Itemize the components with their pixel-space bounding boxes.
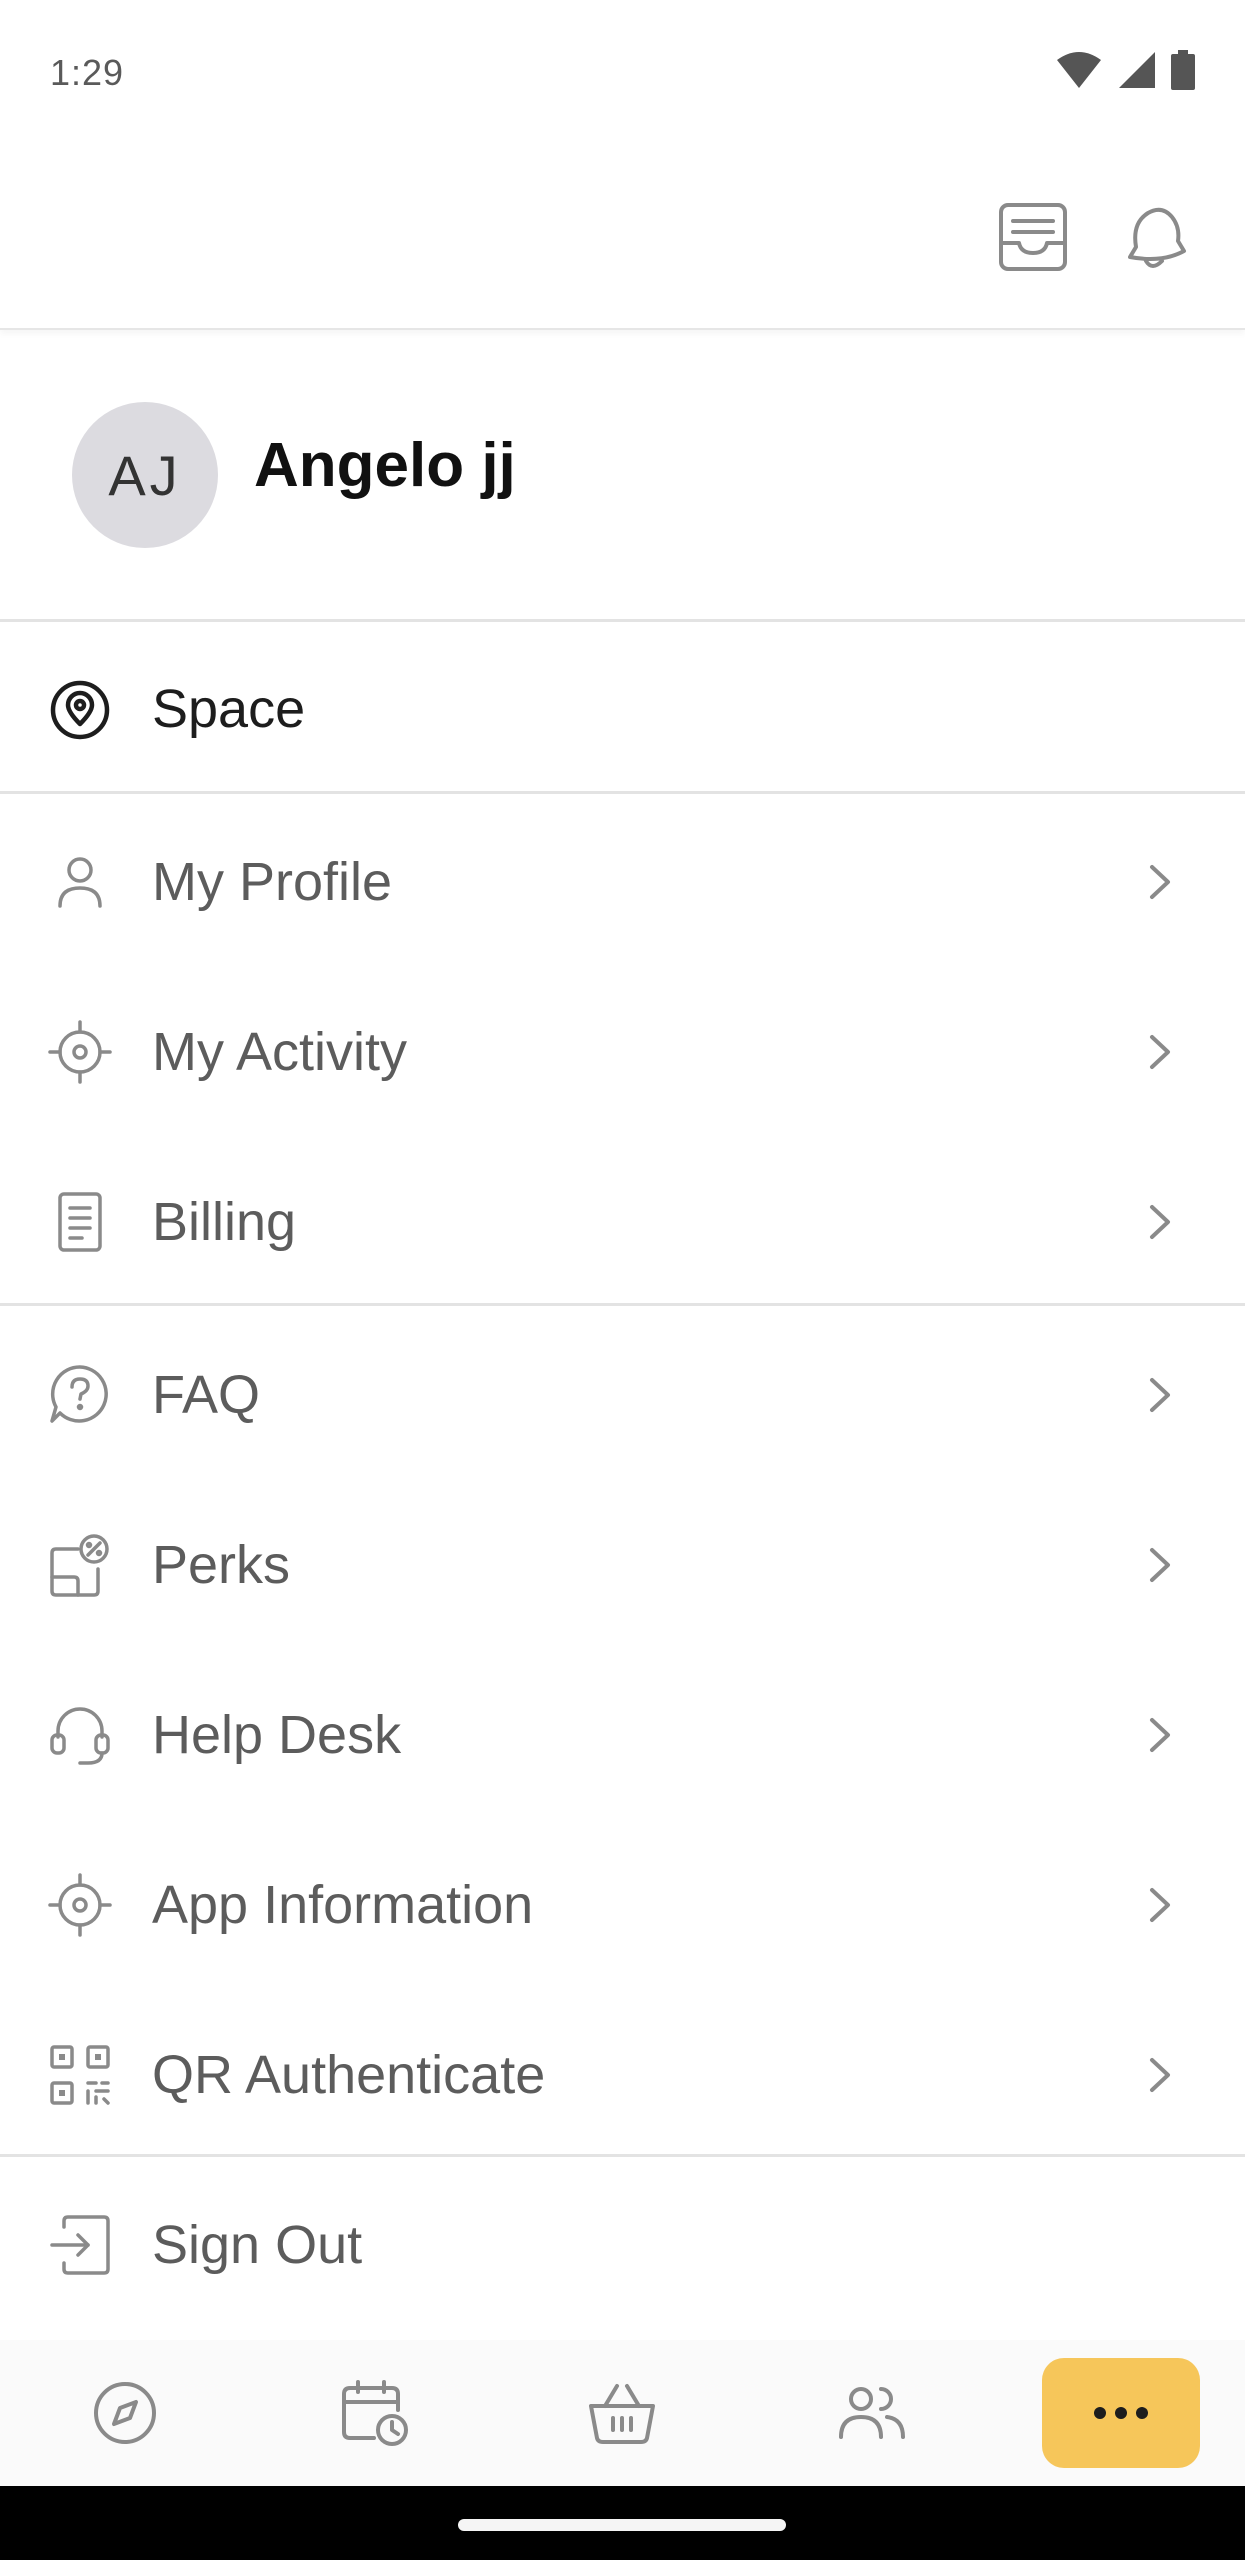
user-name: Angelo jj: [254, 431, 516, 500]
chevron-right-icon: [1140, 1197, 1180, 1247]
top-app-bar: [0, 150, 1245, 330]
sign-out-button[interactable]: Sign Out: [0, 2160, 1245, 2330]
menu-item-label: My Profile: [152, 852, 393, 912]
status-time: 1:29: [50, 52, 125, 93]
status-icons: [1055, 50, 1195, 90]
system-navigation-bar: [0, 2486, 1245, 2560]
space-label: Space: [152, 679, 306, 739]
chevron-right-icon: [1140, 1540, 1180, 1590]
avatar-initials: AJ: [108, 443, 182, 507]
nav-more[interactable]: [1042, 2358, 1200, 2468]
chevron-right-icon: [1140, 1370, 1180, 1420]
chevron-right-icon: [1140, 1027, 1180, 1077]
user-icon: [48, 850, 112, 914]
menu-item-label: Perks: [152, 1535, 291, 1595]
menu-item-label: FAQ: [152, 1365, 261, 1425]
divider: [0, 2154, 1245, 2157]
chevron-right-icon: [1140, 1710, 1180, 1760]
target-icon: [48, 1020, 112, 1084]
headset-icon: [48, 1703, 112, 1767]
wifi-icon: [1055, 50, 1103, 90]
qr-code-icon: [48, 2043, 112, 2107]
avatar: AJ: [72, 402, 218, 548]
menu-item-help-desk[interactable]: Help Desk: [0, 1650, 1245, 1820]
chevron-right-icon: [1140, 2050, 1180, 2100]
bell-icon: [1122, 201, 1188, 273]
nav-explore[interactable]: [80, 2368, 170, 2458]
notifications-button[interactable]: [1110, 192, 1200, 282]
status-bar: 1:29: [0, 0, 1245, 150]
menu-item-faq[interactable]: FAQ: [0, 1310, 1245, 1480]
menu-item-billing[interactable]: Billing: [0, 1137, 1245, 1307]
menu-item-label: Billing: [152, 1192, 297, 1252]
battery-icon: [1171, 50, 1195, 90]
menu-item-my-activity[interactable]: My Activity: [0, 967, 1245, 1137]
menu-item-app-information[interactable]: App Information: [0, 1820, 1245, 1990]
space-selector[interactable]: Space: [0, 622, 1245, 794]
menu-item-my-profile[interactable]: My Profile: [0, 797, 1245, 967]
more-icon: [1093, 2406, 1149, 2420]
compass-icon: [92, 2380, 158, 2446]
question-chat-icon: [48, 1363, 112, 1427]
bottom-navigation: [0, 2340, 1245, 2486]
menu-item-perks[interactable]: Perks: [0, 1480, 1245, 1650]
inbox-icon: [997, 201, 1069, 273]
profile-header[interactable]: AJ Angelo jj: [0, 332, 1245, 622]
divider: [0, 1303, 1245, 1306]
signal-icon: [1117, 50, 1157, 90]
document-icon: [48, 1190, 112, 1254]
inbox-button[interactable]: [988, 192, 1078, 282]
sign-out-icon: [48, 2213, 112, 2277]
basket-icon: [587, 2380, 657, 2446]
nav-community[interactable]: [827, 2368, 917, 2458]
menu-item-label: Help Desk: [152, 1705, 402, 1765]
nav-shop[interactable]: [577, 2368, 667, 2458]
discount-tag-icon: [48, 1533, 112, 1597]
location-pin-icon: [48, 678, 112, 742]
chevron-right-icon: [1140, 857, 1180, 907]
menu-item-qr-authenticate[interactable]: QR Authenticate: [0, 1990, 1245, 2160]
nav-bookings[interactable]: [330, 2368, 420, 2458]
sign-out-label: Sign Out: [152, 2215, 363, 2275]
menu-item-label: QR Authenticate: [152, 2045, 546, 2105]
people-icon: [837, 2383, 907, 2443]
menu-item-label: App Information: [152, 1875, 534, 1935]
home-indicator[interactable]: [458, 2519, 786, 2531]
target-icon: [48, 1873, 112, 1937]
menu-item-label: My Activity: [152, 1022, 408, 1082]
calendar-clock-icon: [340, 2378, 410, 2448]
chevron-right-icon: [1140, 1880, 1180, 1930]
